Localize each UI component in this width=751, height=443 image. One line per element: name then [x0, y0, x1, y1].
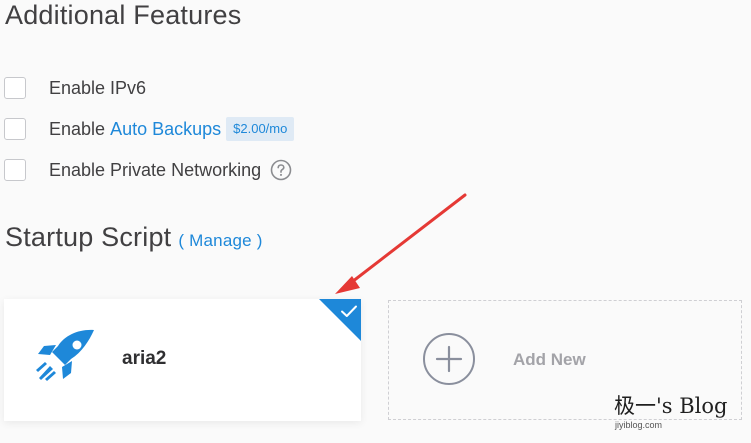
add-new-label: Add New [513, 350, 586, 369]
manage-link[interactable]: ( Manage ) [178, 231, 262, 250]
option-private-networking[interactable]: Enable Private Networking [4, 157, 292, 183]
check-icon [341, 305, 357, 317]
additional-features-title: Additional Features [5, 0, 242, 30]
script-card-aria2[interactable]: aria2 [4, 299, 361, 421]
ipv6-checkbox[interactable] [4, 77, 26, 99]
private-networking-checkbox[interactable] [4, 159, 26, 181]
watermark-url: jiyiblog.com [615, 420, 663, 430]
auto-backups-link[interactable]: Auto Backups [110, 119, 221, 140]
auto-backups-checkbox[interactable] [4, 118, 26, 140]
auto-backups-label-prefix: Enable [49, 118, 106, 139]
option-auto-backups[interactable]: Enable Auto Backups $2.00/mo [4, 116, 295, 142]
price-badge: $2.00/mo [226, 117, 295, 141]
option-ipv6[interactable]: Enable IPv6 [4, 75, 146, 101]
startup-script-title-row: Startup Script ( Manage ) [5, 222, 263, 253]
startup-script-title: Startup Script [5, 222, 172, 252]
private-networking-label: Enable Private Networking [49, 159, 262, 180]
question-circle-icon[interactable] [270, 159, 292, 181]
plus-circle-icon [423, 333, 475, 385]
script-name: aria2 [122, 348, 167, 369]
rocket-icon [36, 329, 94, 381]
ipv6-label: Enable IPv6 [49, 77, 147, 98]
watermark-title: 极一's Blog [614, 394, 728, 418]
watermark: 极一's Blog jiyiblog.com [614, 394, 749, 432]
